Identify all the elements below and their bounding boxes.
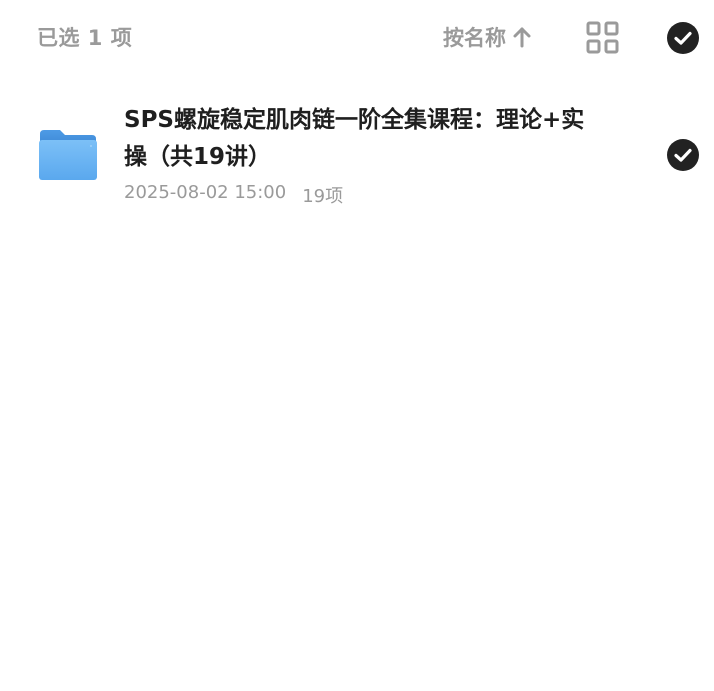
select-all-check-icon[interactable] [667,22,699,54]
selection-header: 已选 1 项 按名称 [0,0,714,78]
sort-by-name-button[interactable]: 按名称 [443,22,532,52]
arrow-up-icon [512,26,532,48]
file-list-item[interactable]: SPS螺旋稳定肌肉链一阶全集课程：理论+实操（共19讲） 2025-08-02 … [0,90,714,220]
check-circle-icon[interactable] [667,139,699,171]
selected-count-label: 已选 1 项 [37,26,133,50]
file-name: SPS螺旋稳定肌肉链一阶全集课程：理论+实操（共19讲） [124,107,585,170]
file-meta: 2025-08-02 15:00 19项 [124,182,343,208]
grid-view-icon[interactable] [586,21,619,54]
folder-icon [38,128,98,182]
file-item-count: 19项 [302,186,344,207]
file-date: 2025-08-02 15:00 [124,182,287,203]
sort-label: 按名称 [443,26,506,50]
